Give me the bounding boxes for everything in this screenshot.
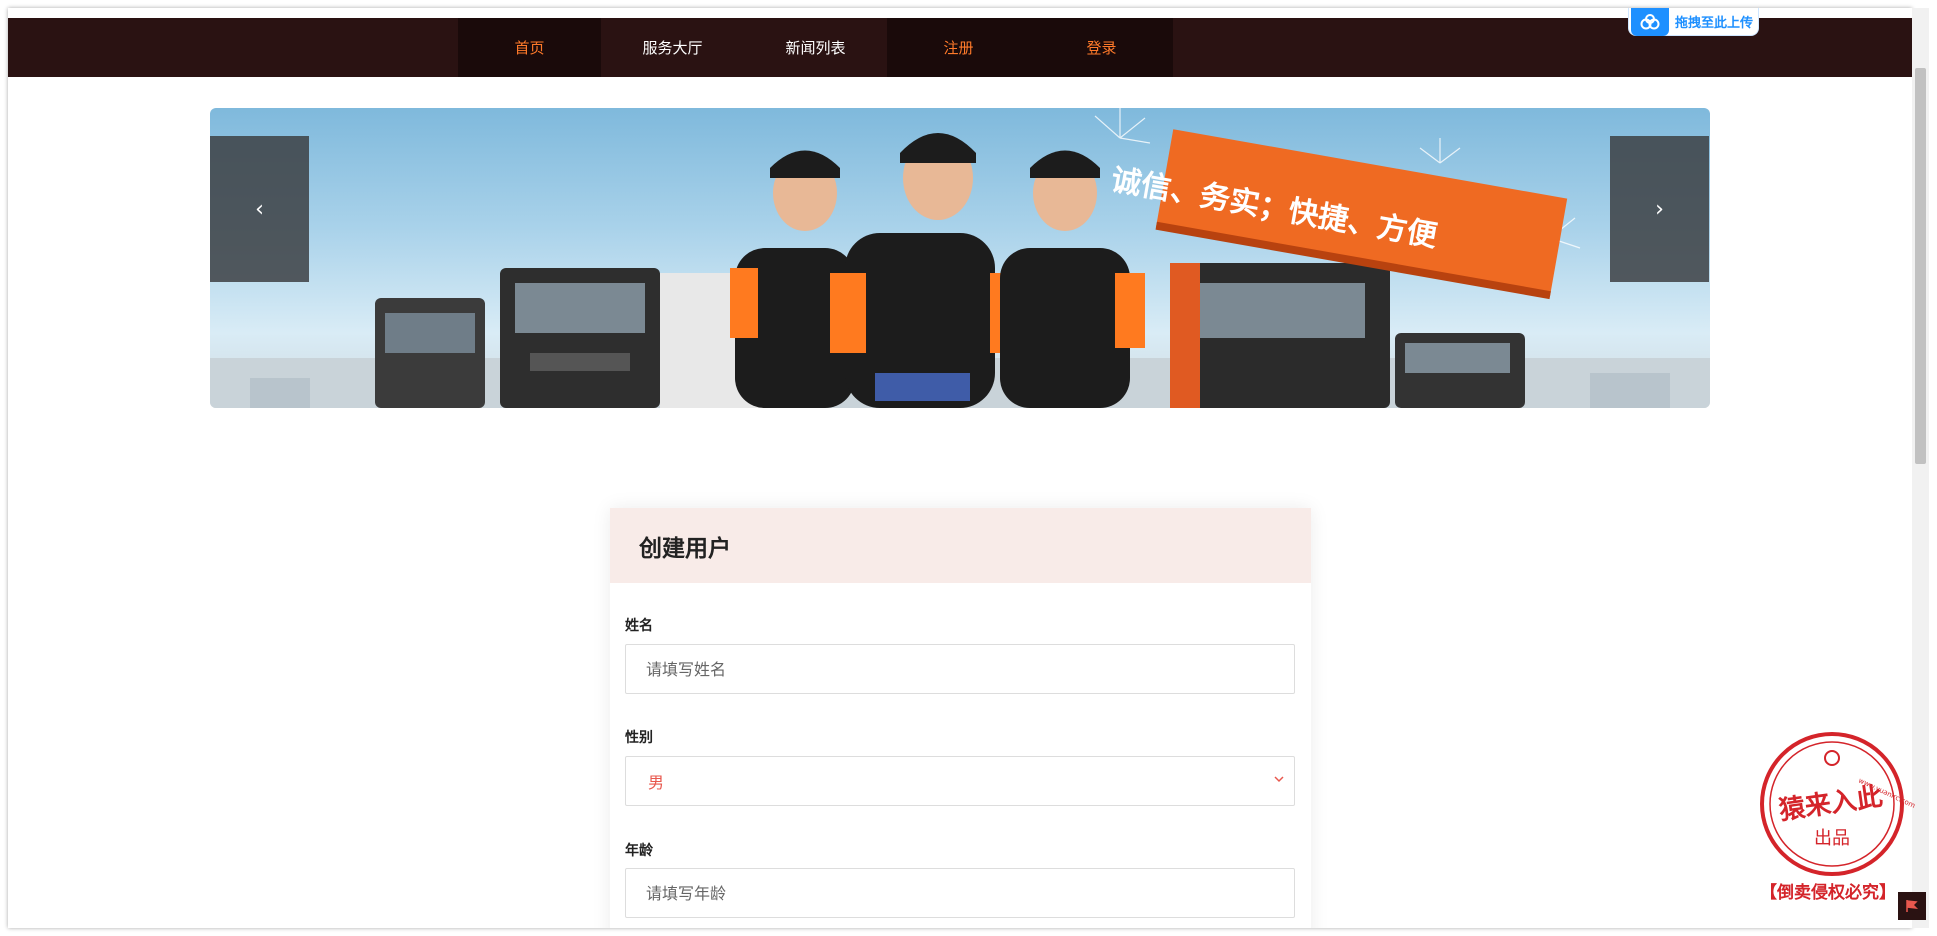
- watermark-main-text: 猿来入此: [1776, 782, 1884, 826]
- hero-carousel: 诚信、务实；快捷、方便: [210, 108, 1710, 408]
- nav-item-home[interactable]: 首页: [458, 18, 601, 77]
- chevron-right-icon: ›: [1655, 196, 1664, 222]
- nav-item-label: 新闻列表: [785, 39, 846, 57]
- nav-item-label: 服务大厅: [642, 39, 703, 57]
- nav-item-service-hall[interactable]: 服务大厅: [601, 18, 744, 77]
- name-label: 姓名: [625, 618, 653, 634]
- scrollbar-thumb[interactable]: [1915, 68, 1926, 464]
- browser-viewport: 首页 服务大厅 新闻列表 注册 登录 拖拽至此上传 诚信、务实；快捷、方便 ‹ …: [8, 8, 1912, 928]
- nav-item-label: 首页: [514, 39, 545, 57]
- nav-item-news-list[interactable]: 新闻列表: [744, 18, 887, 77]
- cloud-icon: [1631, 8, 1669, 36]
- nav-menu: 首页 服务大厅 新闻列表 注册 登录: [458, 18, 1173, 77]
- gender-select[interactable]: 男: [625, 756, 1295, 806]
- upload-label: 拖拽至此上传: [1675, 16, 1754, 31]
- gender-label: 性别: [625, 730, 653, 746]
- watermark-notice: 【倒卖侵权必究】: [1760, 882, 1896, 903]
- flag-icon: [1906, 900, 1919, 912]
- chevron-left-icon: ‹: [255, 196, 264, 222]
- drag-upload-widget[interactable]: 拖拽至此上传: [1628, 8, 1759, 36]
- watermark-sub-text: 出品: [1814, 828, 1850, 849]
- carousel-prev-button[interactable]: ‹: [210, 136, 309, 282]
- form-header: 创建用户: [610, 508, 1311, 583]
- carousel-next-button[interactable]: ›: [1610, 136, 1709, 282]
- banner-illustration: 诚信、务实；快捷、方便: [210, 108, 1710, 408]
- watermark-seal: www.yuanlrc.com 猿来入此 出品 【倒卖侵权必究】: [1760, 732, 1917, 903]
- top-navigation-bar: 首页 服务大厅 新闻列表 注册 登录: [8, 18, 1912, 77]
- nav-item-label: 登录: [1086, 39, 1117, 57]
- gender-selected-value: 男: [648, 773, 665, 792]
- age-input[interactable]: [625, 868, 1295, 918]
- flag-corner-button[interactable]: [1898, 892, 1926, 920]
- create-user-form: 创建用户 姓名 性别 男 年龄: [610, 508, 1311, 928]
- nav-item-register[interactable]: 注册: [887, 18, 1030, 77]
- form-title: 创建用户: [639, 535, 731, 562]
- nav-item-login[interactable]: 登录: [1030, 18, 1173, 77]
- age-label: 年龄: [625, 843, 653, 859]
- nav-item-label: 注册: [943, 39, 974, 57]
- name-input[interactable]: [625, 644, 1295, 694]
- chevron-down-icon: [1274, 776, 1284, 783]
